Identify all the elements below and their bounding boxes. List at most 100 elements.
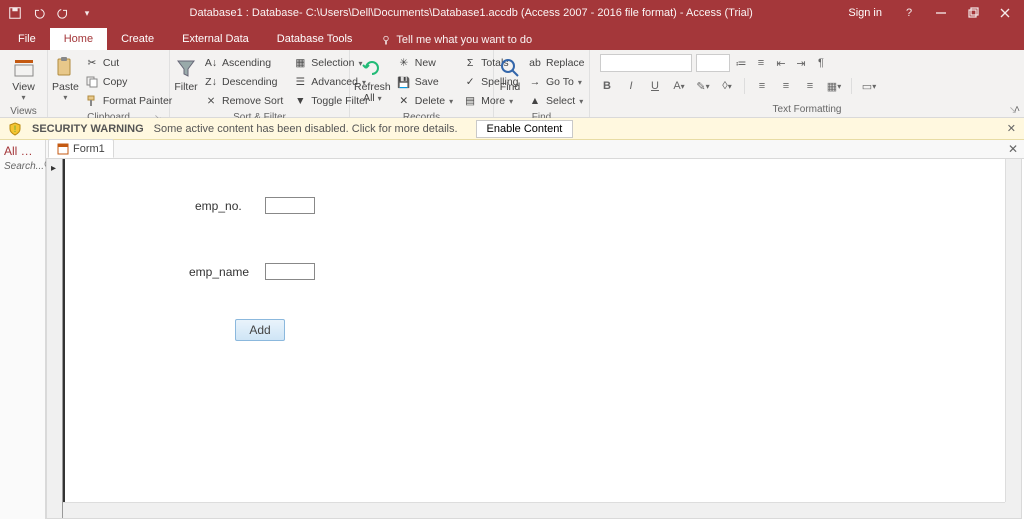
replace-button[interactable]: abReplace xyxy=(524,54,589,72)
svg-text:!: ! xyxy=(14,124,17,134)
chevron-down-icon: ▾ xyxy=(63,93,67,102)
scroll-corner xyxy=(1005,502,1021,518)
tab-create[interactable]: Create xyxy=(107,28,168,50)
ribbon-tab-strip: File Home Create External Data Database … xyxy=(0,26,1024,50)
remove-sort-icon: ⨯ xyxy=(204,94,218,108)
horizontal-scrollbar[interactable] xyxy=(63,502,1005,518)
sort-desc-button[interactable]: Z↓Descending xyxy=(200,73,287,91)
tab-external-data[interactable]: External Data xyxy=(168,28,263,50)
gridlines-icon[interactable]: ▦▾ xyxy=(827,79,841,93)
underline-icon[interactable]: U xyxy=(648,79,662,93)
enable-content-button[interactable]: Enable Content xyxy=(476,120,574,138)
help-icon[interactable]: ? xyxy=(902,6,916,20)
tab-form1[interactable]: Form1 xyxy=(48,139,114,158)
minimize-icon[interactable] xyxy=(934,6,948,20)
sort-asc-button[interactable]: A↓Ascending xyxy=(200,54,287,72)
indent-increase-icon[interactable]: ⇥ xyxy=(794,56,808,70)
shield-icon: ! xyxy=(8,122,22,136)
save-icon: 💾 xyxy=(397,75,411,89)
close-icon[interactable] xyxy=(998,6,1012,20)
save-record-button[interactable]: 💾Save xyxy=(393,73,457,91)
paste-icon xyxy=(53,56,77,80)
bold-icon[interactable]: B xyxy=(600,79,614,93)
close-icon[interactable]: ✕ xyxy=(1008,142,1018,156)
vertical-scrollbar[interactable] xyxy=(1005,159,1021,502)
new-record-button[interactable]: ✳New xyxy=(393,54,457,72)
find-label: Find xyxy=(500,82,520,93)
arrow-right-icon: → xyxy=(528,75,542,89)
toggle-filter-icon: ▼ xyxy=(293,94,307,108)
align-right-icon[interactable]: ≡ xyxy=(803,79,817,93)
delete-icon: ✕ xyxy=(397,94,411,108)
navigation-pane[interactable]: All … Search... xyxy=(0,140,46,519)
bullets-icon[interactable]: ≔ xyxy=(734,56,748,70)
cursor-icon: ▲ xyxy=(528,94,542,108)
save-icon[interactable] xyxy=(8,6,22,20)
select-button[interactable]: ▲Select▾ xyxy=(524,92,589,110)
emp-name-field[interactable] xyxy=(265,263,315,280)
close-icon[interactable]: ✕ xyxy=(1007,122,1016,135)
text-direction-icon[interactable]: ¶ xyxy=(814,56,828,70)
align-center-icon[interactable]: ≡ xyxy=(779,79,793,93)
add-button[interactable]: Add xyxy=(235,319,285,341)
indent-decrease-icon[interactable]: ⇤ xyxy=(774,56,788,70)
highlight-icon[interactable]: ✎▾ xyxy=(696,79,710,93)
emp-no-field[interactable] xyxy=(265,197,315,214)
nav-heading[interactable]: All … xyxy=(0,140,45,160)
paste-button[interactable]: Paste ▾ xyxy=(52,54,79,104)
paintbrush-icon xyxy=(85,94,99,108)
refresh-all-button[interactable]: Refresh All ▾ xyxy=(354,54,391,105)
view-button[interactable]: View ▾ xyxy=(4,54,43,104)
alternate-row-color-icon[interactable]: ▭▾ xyxy=(862,79,876,93)
format-painter-button[interactable]: Format Painter xyxy=(81,92,176,110)
font-color-icon[interactable]: A▾ xyxy=(672,79,686,93)
window-title: Database1 : Database- C:\Users\Dell\Docu… xyxy=(94,7,848,19)
security-message[interactable]: Some active content has been disabled. C… xyxy=(154,123,458,135)
find-button[interactable]: Find xyxy=(498,54,522,95)
ribbon: View ▾ Views Paste ▾ ✂Cut Copy Format Pa… xyxy=(0,50,1024,118)
cut-button[interactable]: ✂Cut xyxy=(81,54,176,72)
emp-no-label: emp_no. xyxy=(195,199,242,213)
window-controls: ? xyxy=(890,6,1024,20)
tell-me-label: Tell me what you want to do xyxy=(396,34,532,46)
tab-home[interactable]: Home xyxy=(50,28,107,50)
tab-file[interactable]: File xyxy=(4,28,50,50)
selection-icon: ▦ xyxy=(293,56,307,70)
current-record-marker-icon: ▸ xyxy=(51,163,56,174)
copy-button[interactable]: Copy xyxy=(81,73,176,91)
filter-button[interactable]: Filter xyxy=(174,54,198,95)
refresh-icon xyxy=(360,56,384,80)
group-views: View ▾ Views xyxy=(0,50,48,117)
font-name-combo[interactable] xyxy=(600,54,692,72)
nav-search[interactable]: Search... xyxy=(0,160,45,172)
redo-icon[interactable] xyxy=(56,6,70,20)
goto-button[interactable]: →Go To▾ xyxy=(524,73,589,91)
italic-icon[interactable]: I xyxy=(624,79,638,93)
quick-access-toolbar: ▾ xyxy=(0,6,94,20)
restore-icon[interactable] xyxy=(966,6,980,20)
spelling-icon: ✓ xyxy=(463,75,477,89)
emp-name-label: emp_name xyxy=(189,265,249,279)
align-left-icon[interactable]: ≡ xyxy=(755,79,769,93)
sign-in-link[interactable]: Sign in xyxy=(848,7,890,19)
sigma-icon: Σ xyxy=(463,56,477,70)
view-icon xyxy=(12,56,36,80)
client-area: All … Search... Form1 ✕ ▸ emp_no. emp_na… xyxy=(0,140,1024,519)
collapse-ribbon-icon[interactable]: ˄ xyxy=(1014,104,1020,115)
new-icon: ✳ xyxy=(397,56,411,70)
record-selector[interactable]: ▸ xyxy=(47,159,63,518)
funnel-icon xyxy=(174,56,198,80)
remove-sort-button[interactable]: ⨯Remove Sort xyxy=(200,92,287,110)
fill-color-icon[interactable]: ◊▾ xyxy=(720,79,734,93)
sort-desc-icon: Z↓ xyxy=(204,75,218,89)
font-size-combo[interactable] xyxy=(696,54,730,72)
tell-me-box[interactable]: Tell me what you want to do xyxy=(372,30,540,50)
delete-record-button[interactable]: ✕Delete▾ xyxy=(393,92,457,110)
undo-icon[interactable] xyxy=(32,6,46,20)
tab-database-tools[interactable]: Database Tools xyxy=(263,28,367,50)
document-tab-strip: Form1 ✕ xyxy=(46,140,1024,159)
qat-customize-icon[interactable]: ▾ xyxy=(80,6,94,20)
numbering-icon[interactable]: ≡ xyxy=(754,56,768,70)
chevron-down-icon: ▾ xyxy=(21,93,25,102)
group-clipboard: Paste ▾ ✂Cut Copy Format Painter Clipboa… xyxy=(48,50,170,117)
